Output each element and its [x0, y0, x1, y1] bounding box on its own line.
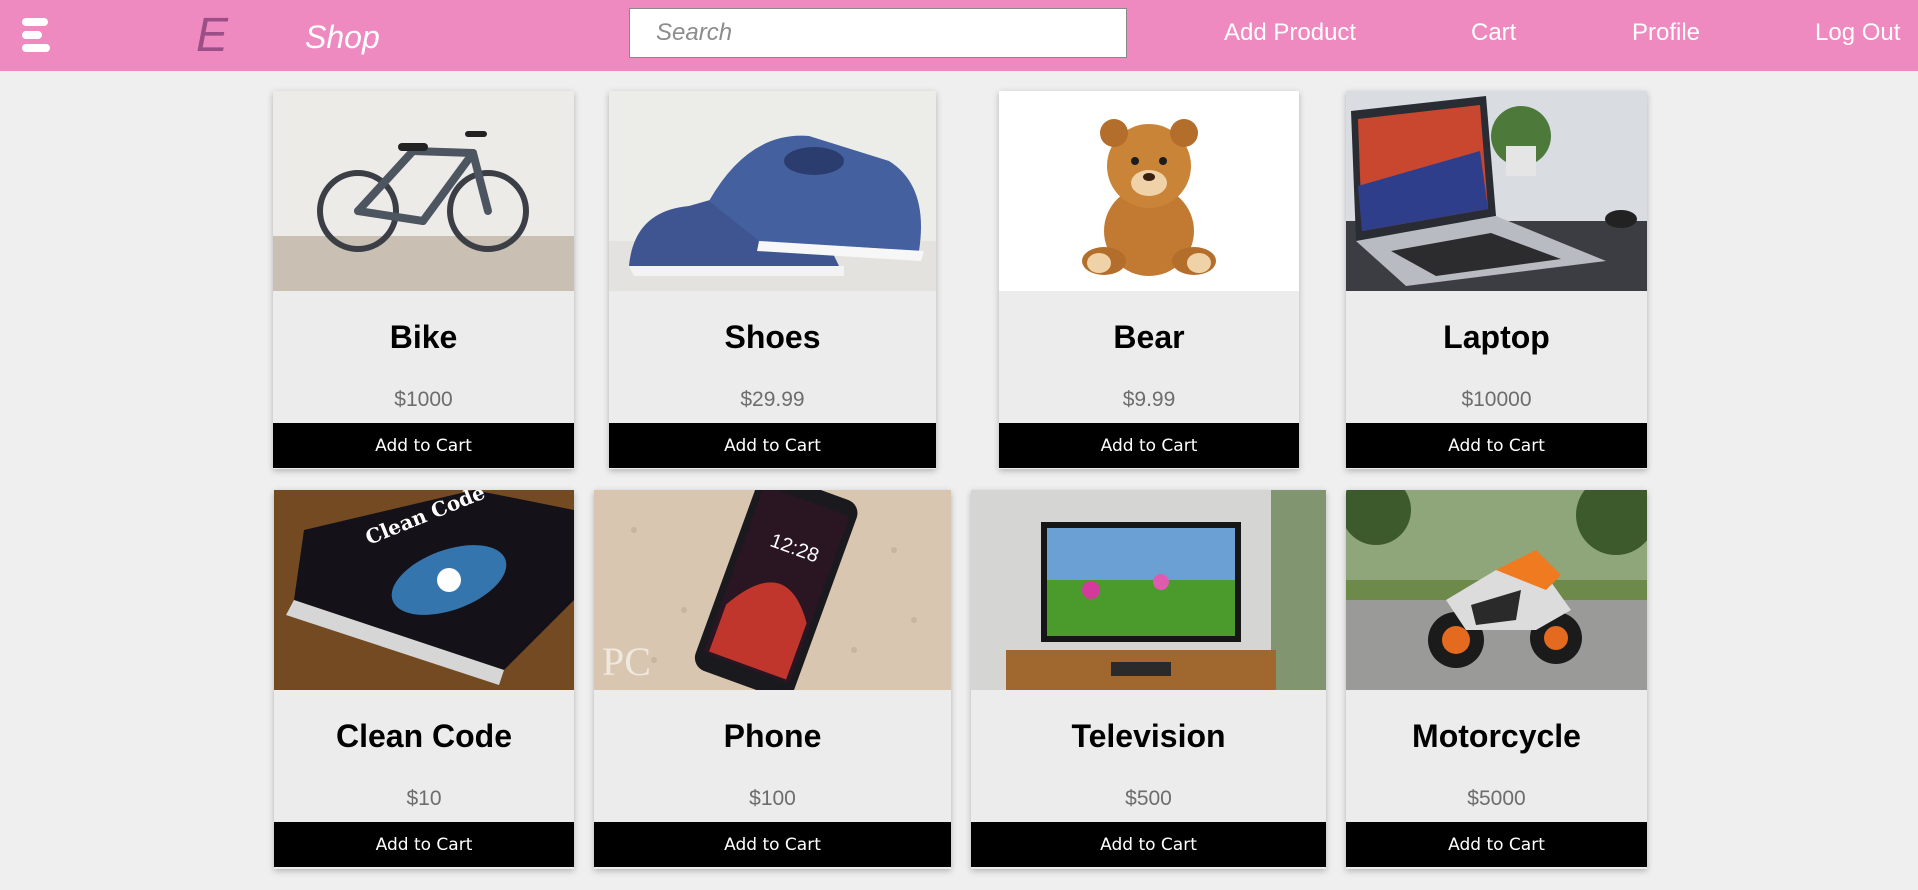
product-card: Bear $9.99 Add to Cart — [999, 91, 1299, 469]
product-name: Bear — [1113, 319, 1185, 355]
product-name: Television — [1071, 718, 1226, 754]
product-card: Clean Code Clean Code $10 Add to Cart — [274, 490, 574, 869]
add-to-cart-button[interactable]: Add to Cart — [273, 423, 574, 468]
product-name: Clean Code — [335, 718, 513, 754]
product-name: Bike — [389, 319, 458, 355]
product-price: $10000 — [1461, 388, 1532, 411]
bike-image[interactable] — [273, 91, 574, 291]
product-card: Bike $1000 Add to Cart — [273, 91, 574, 469]
logo[interactable]: E — [196, 8, 228, 64]
product-name: Shoes — [724, 319, 821, 355]
book-image[interactable]: Clean Code — [274, 490, 574, 690]
teddy-bear-image[interactable] — [999, 91, 1299, 291]
product-price: $29.99 — [740, 388, 805, 411]
add-to-cart-button[interactable]: Add to Cart — [1346, 822, 1647, 867]
add-to-cart-button[interactable]: Add to Cart — [274, 822, 574, 867]
product-name: Laptop — [1443, 319, 1550, 355]
product-name: Motorcycle — [1412, 718, 1581, 754]
motorcycle-image[interactable] — [1346, 490, 1647, 690]
product-card: Shoes $29.99 Add to Cart — [609, 91, 936, 469]
product-price: $100 — [749, 787, 796, 810]
phone-image[interactable]: 12:28 PC — [594, 490, 951, 690]
product-card: Motorcycle $5000 Add to Cart — [1346, 490, 1647, 869]
svg-text:PC: PC — [602, 639, 651, 684]
search-input[interactable] — [629, 8, 1127, 58]
nav-add-product[interactable]: Add Product — [1224, 17, 1356, 49]
nav-profile[interactable]: Profile — [1632, 17, 1700, 49]
product-price: $500 — [1125, 787, 1172, 810]
add-to-cart-button[interactable]: Add to Cart — [609, 423, 936, 468]
shoes-image[interactable] — [609, 91, 936, 291]
television-image[interactable] — [971, 490, 1326, 690]
add-to-cart-button[interactable]: Add to Cart — [1346, 423, 1647, 468]
product-price: $10 — [406, 787, 442, 810]
add-to-cart-button[interactable]: Add to Cart — [594, 822, 951, 867]
product-price: $1000 — [394, 388, 453, 411]
nav-cart[interactable]: Cart — [1471, 17, 1516, 49]
product-price: $5000 — [1467, 787, 1526, 810]
hamburger-menu-icon[interactable] — [22, 18, 52, 56]
product-card: Television $500 Add to Cart — [971, 490, 1326, 869]
add-to-cart-button[interactable]: Add to Cart — [999, 423, 1299, 468]
product-card: 12:28 PC Phone $100 Add to Cart — [594, 490, 951, 869]
product-name: Phone — [723, 718, 822, 754]
navbar: E Shop Add Product Cart Profile Log Out — [0, 0, 1918, 71]
nav-log-out[interactable]: Log Out — [1815, 17, 1900, 49]
brand-title[interactable]: Shop — [305, 17, 380, 57]
laptop-image[interactable] — [1346, 91, 1647, 291]
product-price: $9.99 — [1122, 388, 1176, 411]
product-card: Laptop $10000 Add to Cart — [1346, 91, 1647, 469]
add-to-cart-button[interactable]: Add to Cart — [971, 822, 1326, 867]
